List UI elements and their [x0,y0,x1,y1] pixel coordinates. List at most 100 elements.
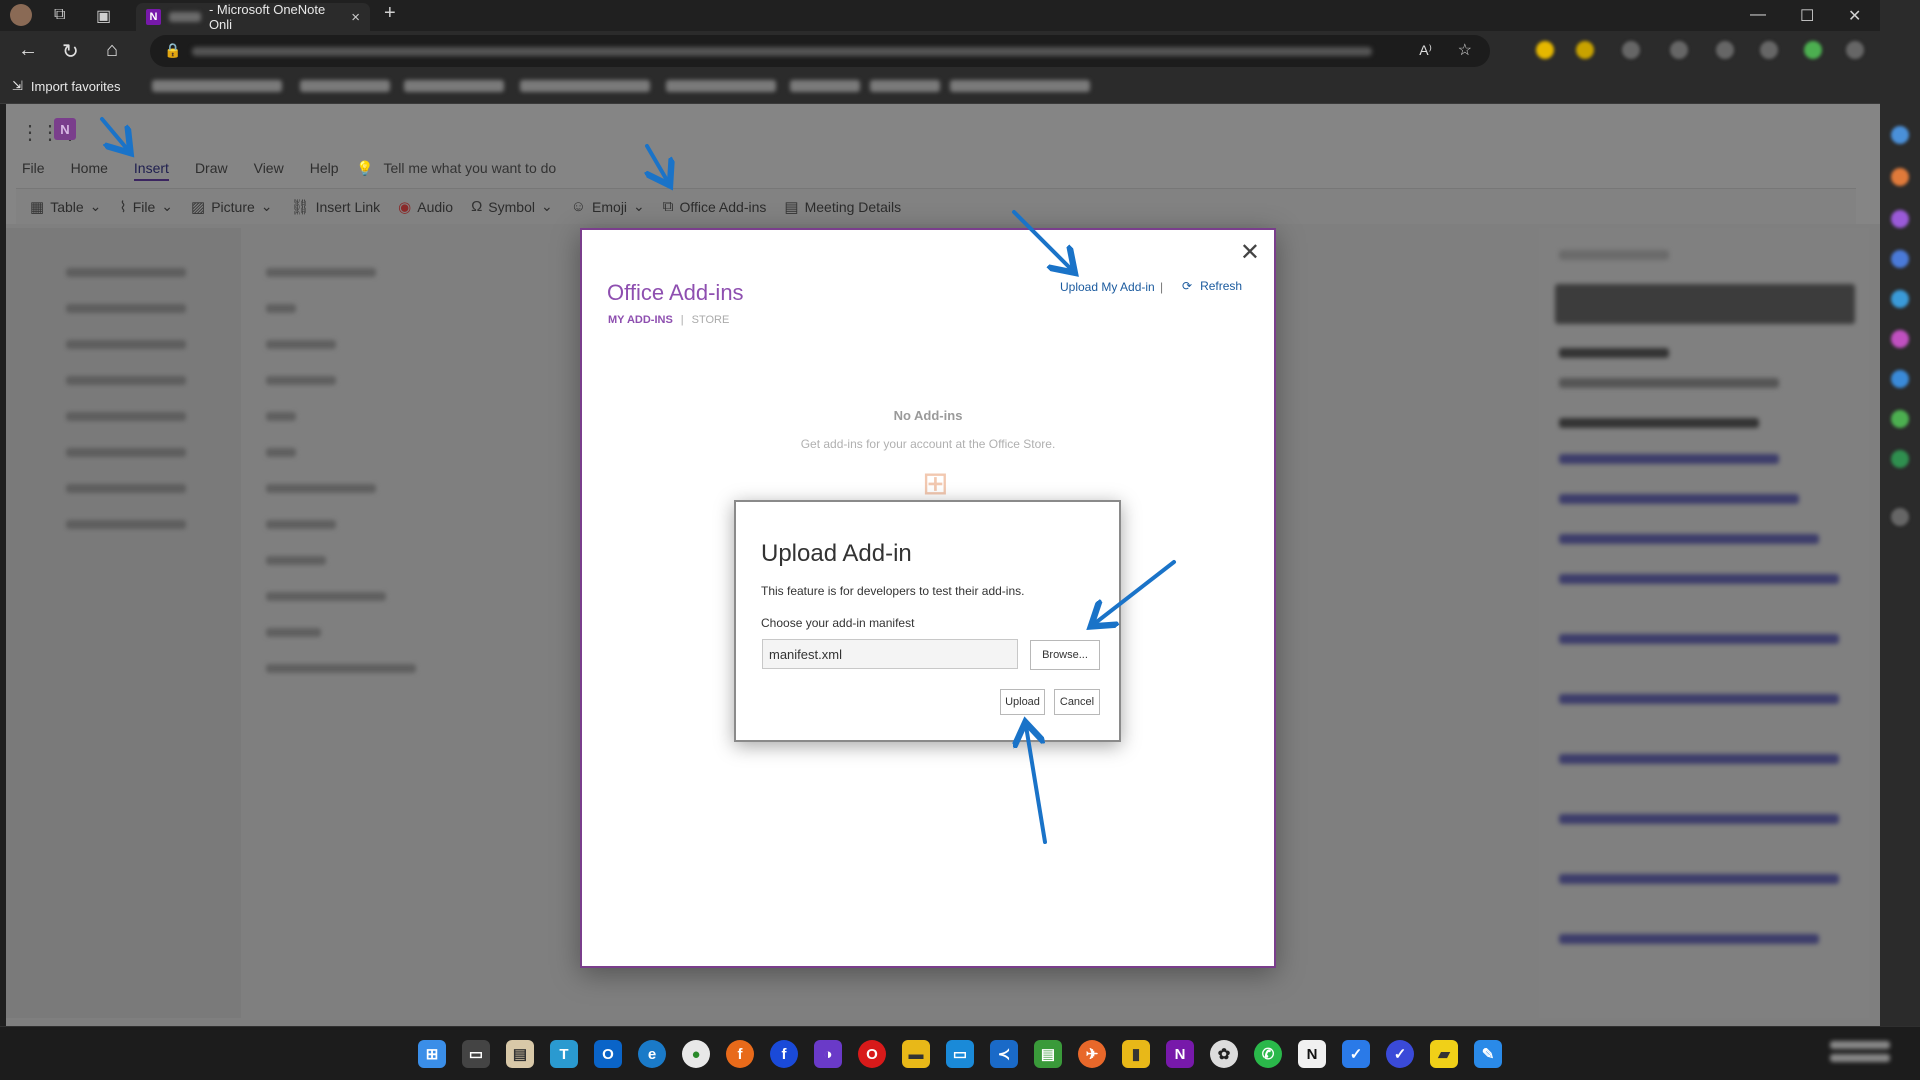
ribbon-symbol[interactable]: Ω Symbol ⌄ [471,198,553,215]
ribbon-office-addins[interactable]: ⧉ Office Add-ins [663,198,767,215]
workspaces-icon[interactable]: ⧉ [54,6,65,24]
section-item[interactable] [66,376,186,385]
firefox-dev-icon[interactable]: f [770,1040,798,1068]
read-aloud-icon[interactable]: A⁾ [1419,42,1432,59]
refresh-link[interactable]: ⟳ Refresh [1182,279,1242,293]
tasks-icon[interactable]: ✓ [1386,1040,1414,1068]
remote-desktop-icon[interactable]: ▭ [946,1040,974,1068]
profile-avatar[interactable] [10,4,32,26]
recent-page-link[interactable] [1559,494,1799,504]
tell-me-search[interactable]: 💡 Tell me what you want to do [356,160,556,177]
ribbon-table[interactable]: ▦ Table ⌄ [30,198,101,216]
recent-page-link[interactable] [1559,814,1839,824]
recent-page-link[interactable] [1559,634,1839,644]
ribbon-audio[interactable]: ◉ Audio [398,198,453,216]
import-favorites[interactable]: ⇲ Import favorites [12,78,121,94]
sticky-notes-icon[interactable]: ▰ [1430,1040,1458,1068]
recent-page-link[interactable] [1559,454,1779,464]
tab-onenote[interactable]: N - Microsoft OneNote Onli × [136,2,370,32]
upload-my-addin-link[interactable]: Upload My Add-in [1060,280,1155,294]
page-item[interactable] [266,592,386,601]
page-item[interactable] [266,340,336,349]
sidebar-app-icon[interactable] [1891,168,1909,186]
bookmark-item[interactable] [152,80,282,92]
manifest-file-field[interactable]: manifest.xml [762,639,1018,669]
extension-icon[interactable] [1760,41,1778,59]
page-item[interactable] [266,484,376,493]
chatgpt-icon[interactable]: ✿ [1210,1040,1238,1068]
section-item[interactable] [66,340,186,349]
back-icon[interactable]: ← [18,39,38,62]
vpn-icon[interactable]: ◑ [814,1040,842,1068]
home-icon[interactable]: ⌂ [106,39,118,62]
recent-page-link[interactable] [1559,574,1839,584]
recent-page-link[interactable] [1559,694,1839,704]
menu-draw[interactable]: Draw [195,160,228,181]
recent-page-link[interactable] [1559,934,1819,944]
bookmark-item[interactable] [520,80,650,92]
page-item[interactable] [266,412,296,421]
menu-home[interactable]: Home [71,160,108,181]
close-tab-icon[interactable]: × [351,9,360,26]
section-item[interactable] [66,304,186,313]
outlook-icon[interactable]: O [594,1040,622,1068]
whatsapp-icon[interactable]: ✆ [1254,1040,1282,1068]
bookmark-item[interactable] [404,80,504,92]
upload-button[interactable]: Upload [1000,689,1045,715]
page-item[interactable] [266,268,376,277]
edge-icon[interactable]: e [638,1040,666,1068]
page-item[interactable] [266,448,296,457]
notes-icon[interactable]: ▮ [1122,1040,1150,1068]
section-item[interactable] [66,448,186,457]
ribbon-emoji[interactable]: ☺ Emoji ⌄ [571,198,645,215]
new-tab-button[interactable]: + [384,2,396,25]
sidebar-app-icon[interactable] [1891,210,1909,228]
sidebar-app-icon[interactable] [1891,290,1909,308]
sidebar-app-icon[interactable] [1891,410,1909,428]
bookmark-item[interactable] [300,80,390,92]
extension-icon[interactable] [1576,41,1594,59]
ribbon-insert-link[interactable]: ⛓ Insert Link [291,198,381,216]
bookmark-item[interactable] [666,80,776,92]
tab-my-addins[interactable]: MY ADD-INS [608,314,673,326]
bookmark-item[interactable] [870,80,940,92]
ribbon-picture[interactable]: ▨ Picture ⌄ [191,198,273,216]
bookmark-item[interactable] [790,80,860,92]
menu-file[interactable]: File [22,160,45,181]
extension-icon[interactable] [1536,41,1554,59]
extension-icon[interactable] [1670,41,1688,59]
teams-icon[interactable]: T [550,1040,578,1068]
minimize-icon[interactable]: — [1750,6,1766,24]
ribbon-file[interactable]: ⌇ File ⌄ [119,198,173,216]
extension-icon[interactable] [1716,41,1734,59]
taskview-icon[interactable]: ▭ [462,1040,490,1068]
bookmark-item[interactable] [950,80,1090,92]
sidebar-app-icon[interactable] [1891,370,1909,388]
widgets-icon[interactable]: ▤ [506,1040,534,1068]
section-item[interactable] [66,412,186,421]
reload-icon[interactable]: ↻ [62,39,79,64]
close-icon[interactable]: ✕ [1240,238,1260,267]
section-item[interactable] [66,520,186,529]
page-item[interactable] [266,520,336,529]
page-item[interactable] [266,304,296,313]
recent-page-link[interactable] [1559,534,1819,544]
extension-icon[interactable] [1622,41,1640,59]
browse-button[interactable]: Browse... [1030,640,1100,670]
ribbon-meeting-details[interactable]: ▤ Meeting Details [784,198,901,216]
paint-icon[interactable]: ✎ [1474,1040,1502,1068]
onenote-icon[interactable]: N [1166,1040,1194,1068]
page-item[interactable] [266,664,416,673]
menu-icon[interactable] [1846,41,1864,59]
page-item[interactable] [266,556,326,565]
sidebar-app-icon[interactable] [1891,450,1909,468]
page-item[interactable] [266,628,321,637]
close-window-icon[interactable]: ✕ [1848,6,1861,26]
sidebar-add-icon[interactable] [1891,508,1909,526]
vscode-icon[interactable]: ≺ [990,1040,1018,1068]
start-icon[interactable]: ⊞ [418,1040,446,1068]
tab-actions-icon[interactable]: ▣ [96,6,111,26]
url-field[interactable]: 🔒 A⁾ ☆ [150,35,1490,67]
section-item[interactable] [66,484,186,493]
menu-view[interactable]: View [254,160,284,181]
